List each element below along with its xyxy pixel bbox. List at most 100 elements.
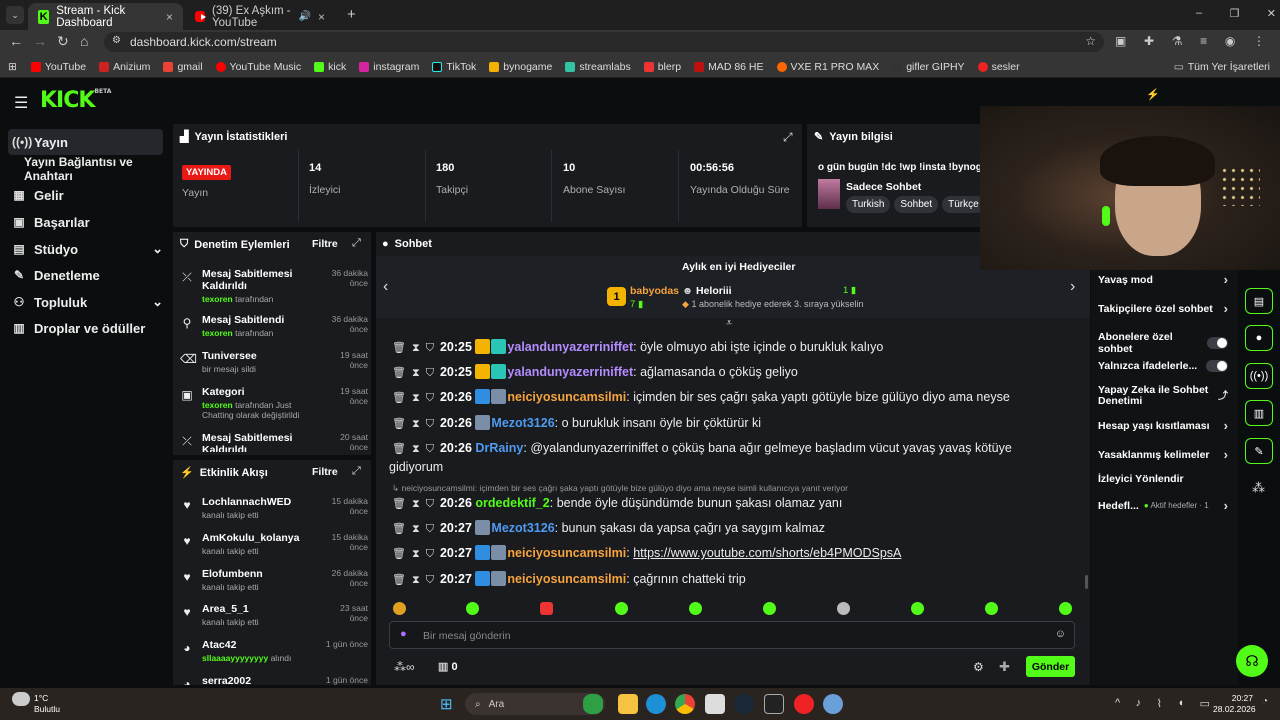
file-explorer-icon[interactable]	[618, 694, 638, 714]
site-info-icon[interactable]: ⚙	[112, 35, 121, 46]
tag-turkce[interactable]: Türkçe	[942, 196, 985, 213]
chevron-left-icon[interactable]: ‹	[383, 278, 388, 296]
support-fab-button[interactable]: ☊	[1236, 645, 1268, 677]
all-bookmarks-folder[interactable]: ▭ Tüm Yer İşaretleri	[1174, 61, 1270, 73]
followers-only-setting[interactable]: Takipçilere özel sohbet ›	[1098, 301, 1228, 316]
quick-action-mod-button[interactable]: ✎	[1245, 438, 1273, 464]
bookmark-star-icon[interactable]: ☆	[1085, 34, 1096, 48]
store-app-icon[interactable]	[705, 694, 725, 714]
menu-kebab-icon[interactable]: ⋮	[1253, 34, 1265, 48]
chrome-icon[interactable]	[675, 694, 695, 714]
sidebar-item-yayin[interactable]: ((•)) Yayın	[8, 129, 163, 155]
account-age-setting[interactable]: Hesap yaşı kısıtlaması ›	[1098, 418, 1228, 433]
tag-turkish[interactable]: Turkish	[846, 196, 891, 213]
bookmark-instagram[interactable]: instagram	[359, 61, 419, 73]
emote-icon[interactable]	[689, 602, 702, 615]
quick-action-chat-button[interactable]: ●	[1245, 325, 1273, 351]
bookmark-youtube-music[interactable]: YouTube Music	[215, 61, 301, 73]
maximize-button[interactable]: ❐	[1230, 7, 1240, 20]
banned-words-setting[interactable]: Yasaklanmış kelimeler ›	[1098, 447, 1228, 462]
windows-start-icon[interactable]: ⊞	[440, 695, 453, 713]
emotes-only-setting[interactable]: Yalnızca ifadelerle...	[1098, 360, 1228, 372]
close-tab-icon[interactable]: ×	[318, 10, 325, 24]
chat-link[interactable]: https://www.youtube.com/shorts/eb4PMODSp…	[633, 546, 901, 560]
chat-input[interactable]: ● Bir mesaj gönderin ☺	[389, 621, 1075, 649]
extension-icon[interactable]: ▣	[1115, 34, 1126, 48]
send-button[interactable]: Gönder	[1026, 656, 1075, 677]
kick-logo[interactable]: KICKBETA	[40, 88, 111, 113]
bookmark-vxe[interactable]: VXE R1 PRO MAX	[776, 61, 879, 73]
media-icon[interactable]: ≡	[1200, 34, 1207, 48]
home-icon[interactable]: ⌂	[80, 33, 88, 49]
emote-icon[interactable]	[837, 602, 850, 615]
activity-filter-button[interactable]: Filtre	[312, 466, 338, 478]
quick-action-notes-button[interactable]: ▤	[1245, 288, 1273, 314]
bookmark-mad86[interactable]: MAD 86 HE	[694, 61, 764, 73]
quick-action-points-icon[interactable]: ⁂	[1252, 480, 1265, 496]
emote-icon[interactable]	[985, 602, 998, 615]
emote-icon[interactable]	[911, 602, 924, 615]
app-icon[interactable]	[823, 694, 843, 714]
bookmark-kick[interactable]: kick	[314, 61, 346, 73]
tag-sohbet[interactable]: Sohbet	[894, 196, 939, 213]
emote-icon[interactable]	[466, 602, 479, 615]
goals-setting[interactable]: Hedefl... ● Aktif hedefler · 1 ›	[1098, 498, 1228, 513]
quick-action-broadcast-button[interactable]: ((•))	[1245, 363, 1273, 389]
weather-widget[interactable]: 1°C Bulutlu	[34, 693, 60, 715]
url-input[interactable]: ⚙ dashboard.kick.com/stream ☆	[104, 32, 1104, 52]
battery-icon[interactable]: ▭	[1200, 697, 1210, 710]
ai-moderation-setting[interactable]: Yapay Zeka ile Sohbet Denetimi ⤴	[1098, 385, 1228, 407]
emote-icon[interactable]	[763, 602, 776, 615]
network-icon[interactable]: ⌇	[1157, 697, 1162, 710]
emote-icon[interactable]	[393, 602, 406, 615]
toggle-switch[interactable]	[1206, 337, 1228, 349]
new-tab-button[interactable]: +	[347, 6, 356, 23]
extension-puzzle-icon[interactable]: ✚	[999, 659, 1010, 675]
sidebar-item-basarilar[interactable]: ▣ Başarılar	[8, 209, 163, 235]
app-icon[interactable]	[583, 694, 603, 714]
close-tab-icon[interactable]: ×	[166, 10, 173, 24]
tab-kick-dashboard[interactable]: K Stream - Kick Dashboard ×	[28, 3, 183, 30]
puzzle-icon[interactable]: ✚	[1144, 34, 1154, 48]
bookmark-bynogame[interactable]: bynogame	[489, 61, 552, 73]
channel-points-icon[interactable]: ⁂∞	[394, 660, 415, 674]
app-icon[interactable]	[794, 694, 814, 714]
profile-avatar-icon[interactable]: ◉	[1225, 34, 1235, 48]
bookmark-gmail[interactable]: gmail	[163, 61, 203, 73]
notification-bell-icon[interactable]: ◔	[1262, 696, 1268, 707]
chat-scrollbar[interactable]	[1085, 575, 1088, 589]
steam-icon[interactable]	[734, 694, 754, 714]
bookmark-anizium[interactable]: Anizium	[99, 61, 150, 73]
popout-icon[interactable]: ⤢	[352, 237, 361, 250]
volume-icon[interactable]: ◖	[1177, 697, 1184, 710]
tray-chevron-icon[interactable]: ^	[1115, 697, 1120, 710]
popout-icon[interactable]: ⤢	[783, 130, 793, 145]
subscribers-only-setting[interactable]: Abonelere özel sohbet	[1098, 331, 1228, 355]
bookmark-youtube[interactable]: YouTube	[30, 61, 86, 73]
sidebar-item-topluluk[interactable]: ⚇ Topluluk ⌄	[8, 289, 163, 315]
quick-action-store-button[interactable]: ▥	[1245, 400, 1273, 426]
viewer-redirect-setting[interactable]: İzleyici Yönlendir	[1098, 473, 1228, 485]
forward-arrow-icon[interactable]: →	[33, 33, 47, 49]
bookmark-giphy[interactable]: gifler GIPHY	[892, 61, 965, 73]
tab-list-chevron-icon[interactable]: ⌄	[6, 6, 24, 24]
second-gifter[interactable]: ☻ Heloriii	[682, 285, 732, 297]
chevron-right-icon[interactable]: ›	[1070, 278, 1075, 296]
bookmark-blerp[interactable]: blerp	[643, 61, 681, 73]
emoji-picker-icon[interactable]: ☺	[1055, 628, 1066, 640]
sidebar-item-studyo[interactable]: ▤ Stüdyo ⌄	[8, 236, 163, 262]
sidebar-item-gelir[interactable]: ▦ Gelir	[8, 182, 163, 208]
bookmark-streamlabs[interactable]: streamlabs	[565, 61, 631, 73]
popout-icon[interactable]: ⤢	[352, 465, 361, 478]
mic-icon[interactable]: ♪	[1136, 697, 1142, 710]
taskbar-clock[interactable]: 20:27 28.02.2026	[1213, 693, 1256, 715]
emote-icon[interactable]	[540, 602, 553, 615]
toggle-switch[interactable]	[1206, 360, 1228, 372]
close-window-button[interactable]: ✕	[1267, 7, 1276, 20]
top-gifter-name[interactable]: babyodas	[630, 285, 679, 297]
collapse-chevron-icon[interactable]: ⩡	[726, 317, 732, 330]
back-arrow-icon[interactable]: ←	[9, 33, 23, 49]
tab-youtube[interactable]: (39) Ex Aşkım - YouTube 🔊 ×	[185, 3, 335, 30]
mod-filter-button[interactable]: Filtre	[312, 238, 338, 250]
slow-mode-setting[interactable]: Yavaş mod ›	[1098, 272, 1228, 287]
